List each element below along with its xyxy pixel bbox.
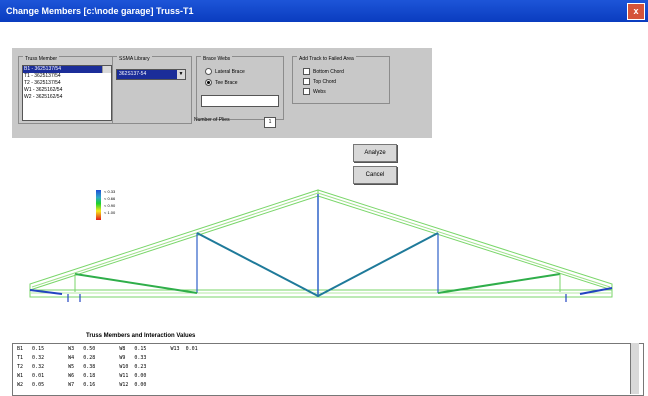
- web-member: [317, 232, 439, 297]
- interaction-table: B1 0.15 W3 0.50 W8 0.15 W13 0.01 T1 0.32…: [12, 343, 644, 396]
- table-row: B1 0.15 W3 0.50 W8 0.15 W13 0.01: [17, 346, 198, 352]
- table-row: T1 0.32 W4 0.28 W9 0.33: [17, 355, 147, 361]
- table-row: W1 0.01 W6 0.18 W11 0.00: [17, 373, 147, 379]
- table-row: W2 0.05 W7 0.16 W12 0.00: [17, 382, 147, 388]
- table-scrollbar[interactable]: [630, 343, 639, 394]
- table-row: T2 0.32 W5 0.38 W10 0.23: [17, 364, 147, 370]
- web-member: [196, 232, 319, 297]
- table-title: Truss Members and Interaction Values: [86, 333, 196, 339]
